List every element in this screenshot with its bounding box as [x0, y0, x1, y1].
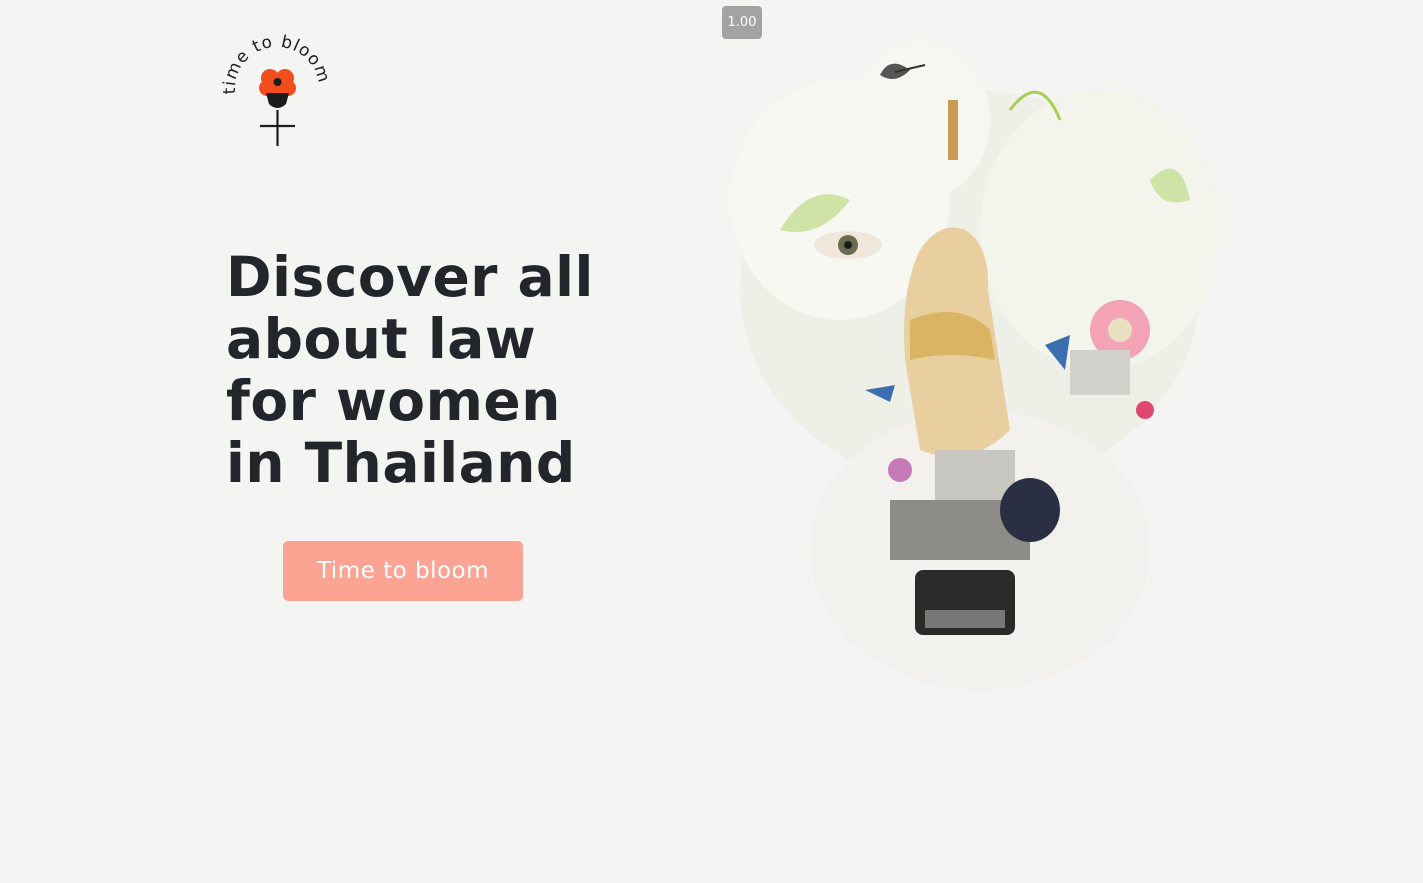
headline-line-3: for women	[226, 369, 561, 433]
brand-logo[interactable]: time to bloom	[222, 26, 332, 150]
headline-line-4: in Thailand	[226, 431, 576, 495]
headline-line-1: Discover all	[226, 245, 594, 309]
collage-illustration	[720, 30, 1240, 690]
time-to-bloom-button[interactable]: Time to bloom	[283, 541, 523, 601]
logo-icon: time to bloom	[222, 32, 332, 146]
floral-collage-icon	[730, 40, 1220, 690]
hero-headline: Discover all about law for women in Thai…	[226, 246, 666, 494]
headline-line-2: about law	[226, 307, 537, 371]
